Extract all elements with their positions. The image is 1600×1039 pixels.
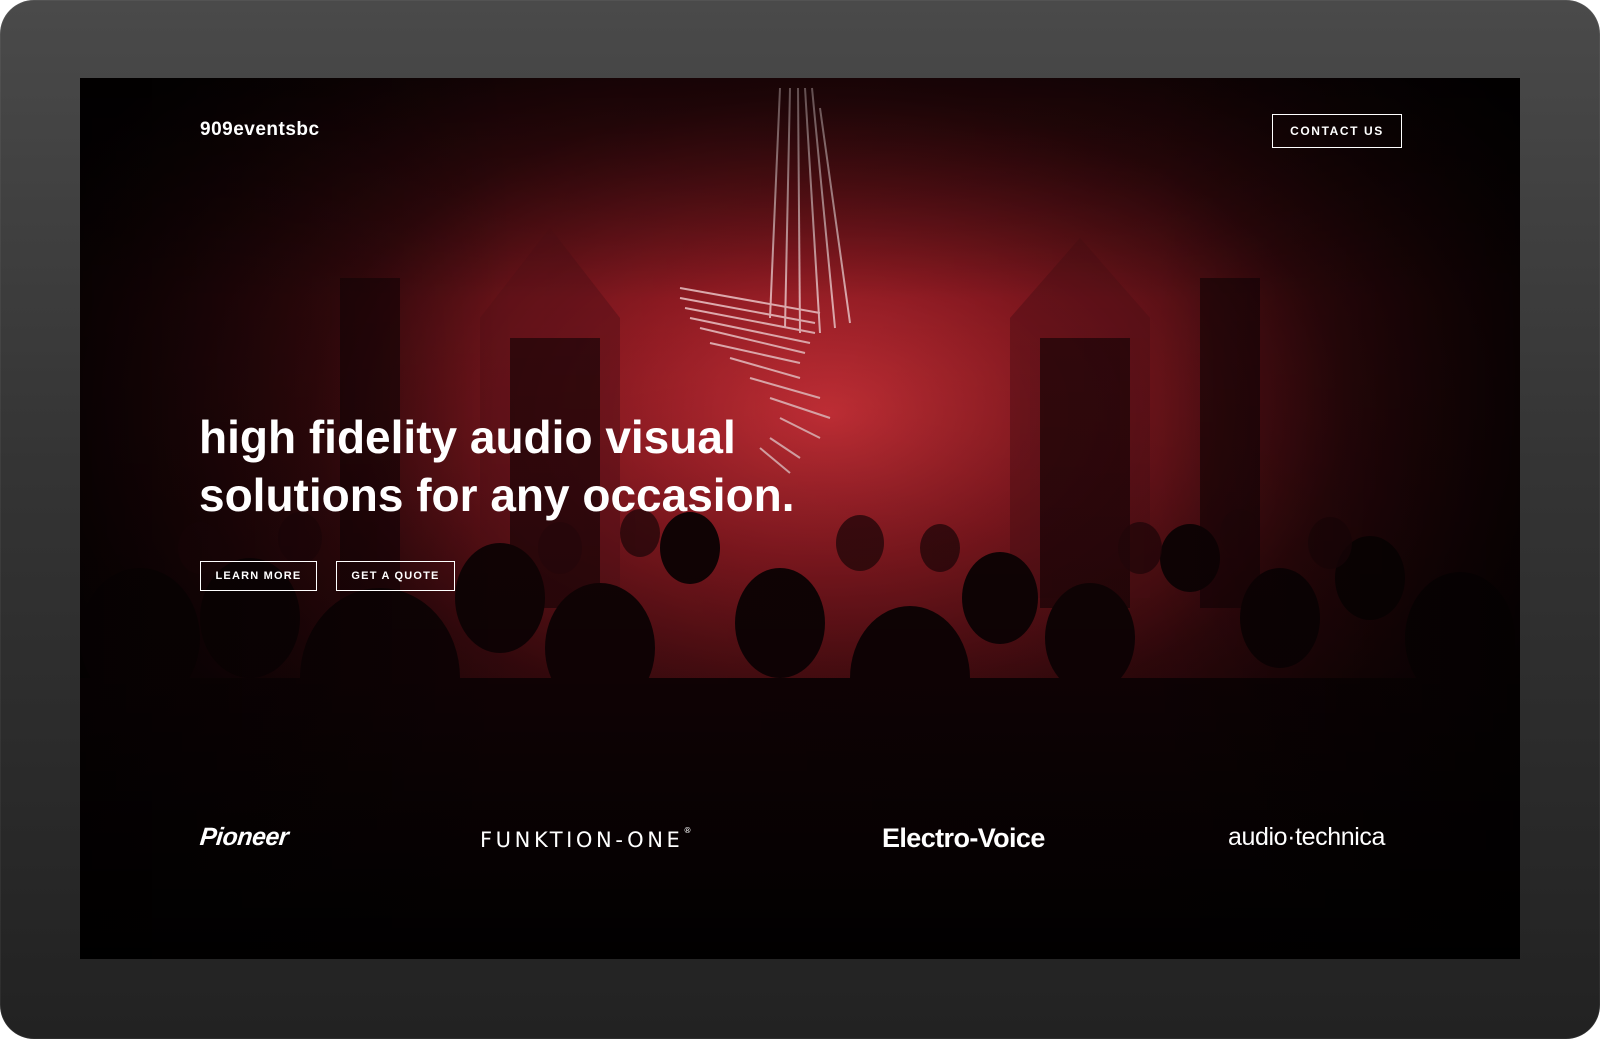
hero-headline: high fidelity audio visual solutions for… xyxy=(199,408,899,524)
partner-logo-funktion-one-text: FUNKTION-ONE xyxy=(480,828,684,852)
site-logo[interactable]: 909eventsbc xyxy=(200,119,320,141)
browser-viewport: 909eventsbc CONTACT US high fidelity aud… xyxy=(80,78,1520,959)
registered-mark: ® xyxy=(683,826,692,835)
hero-headline-line-2: solutions for any occasion. xyxy=(199,469,795,521)
learn-more-button[interactable]: LEARN MORE xyxy=(200,561,317,591)
partner-logo-audio-technica: audio·technica xyxy=(1228,823,1386,851)
partner-logo-pioneer: Pioneer xyxy=(198,823,290,851)
partner-logo-electro-voice: Electro-Voice xyxy=(882,823,1045,853)
get-a-quote-button[interactable]: GET A QUOTE xyxy=(336,561,455,591)
device-frame: 909eventsbc CONTACT US high fidelity aud… xyxy=(0,0,1600,1039)
partner-logo-funktion-one: FUNKTION-ONE® xyxy=(480,826,692,852)
hero-headline-line-1: high fidelity audio visual xyxy=(199,411,736,463)
contact-us-button[interactable]: CONTACT US xyxy=(1272,114,1402,148)
